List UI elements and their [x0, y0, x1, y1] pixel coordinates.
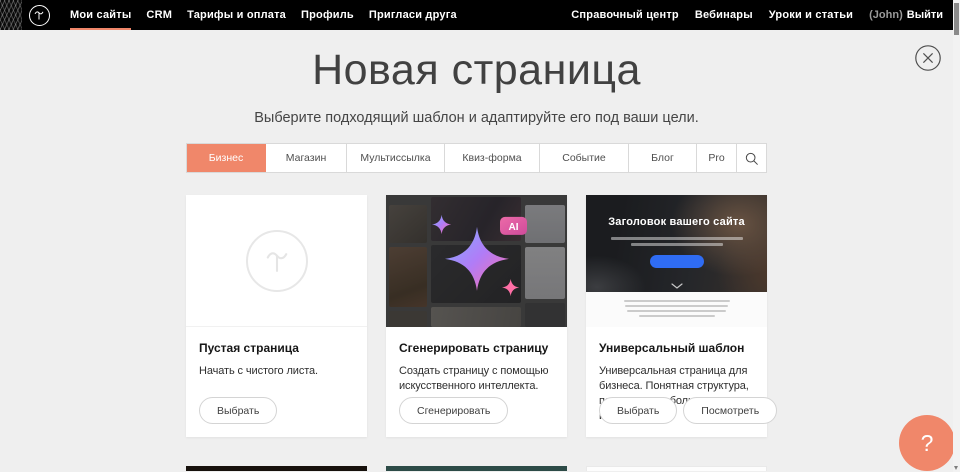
card-blank-page: Пустая страница Начать с чистого листа. …	[186, 195, 367, 437]
page-subtitle: Выберите подходящий шаблон и адаптируйте…	[0, 110, 953, 126]
nav-invite-friend[interactable]: Пригласи друга	[369, 0, 457, 30]
tab-blog[interactable]: Блог	[629, 144, 697, 172]
nav-help-center[interactable]: Справочный центр	[571, 9, 679, 21]
template-hero-heading: Заголовок вашего сайта	[586, 216, 767, 228]
next-cards-row-partial	[186, 466, 767, 471]
text-line	[624, 300, 730, 302]
text-line	[627, 310, 726, 312]
choose-template-button[interactable]: Выбрать	[599, 397, 677, 424]
template-category-tabs: Бизнес Магазин Мультиссылка Квиз-форма С…	[186, 143, 767, 173]
partial-card[interactable]	[386, 466, 567, 471]
partial-card[interactable]	[186, 466, 367, 471]
nav-my-sites[interactable]: Мои сайты	[70, 0, 131, 30]
scrollbar-track[interactable]	[953, 0, 960, 472]
partial-card[interactable]	[586, 466, 767, 471]
card-title: Сгенерировать страницу	[399, 341, 554, 355]
chevron-down-icon	[671, 283, 683, 289]
card-title: Пустая страница	[199, 341, 354, 355]
hero-text-line	[631, 243, 723, 246]
secondary-nav: Справочный центр Вебинары Уроки и статьи…	[571, 0, 943, 30]
ai-badge-label: AI	[508, 222, 518, 233]
help-bubble-button[interactable]: ?	[899, 415, 955, 471]
preview-template-button[interactable]: Посмотреть	[683, 397, 777, 424]
tilda-glyph	[260, 244, 294, 278]
scrollbar-arrow-down[interactable]	[954, 466, 958, 470]
text-line	[639, 315, 715, 317]
search-icon	[744, 151, 759, 166]
ai-sparkle-icon: AI	[418, 207, 536, 311]
template-hero: Заголовок вашего сайта	[586, 195, 767, 292]
tab-multilink[interactable]: Мультиссылка	[347, 144, 445, 172]
template-cards-row: Пустая страница Начать с чистого листа. …	[186, 195, 767, 437]
hero-cta-button	[650, 255, 704, 268]
logout-link[interactable]: Выйти	[907, 9, 943, 21]
generate-button[interactable]: Сгенерировать	[399, 397, 508, 424]
tilda-logo-glyph	[32, 8, 46, 22]
choose-blank-button[interactable]: Выбрать	[199, 397, 277, 424]
tilda-logo-icon[interactable]	[29, 5, 50, 26]
nav-tariffs[interactable]: Тарифы и оплата	[187, 0, 286, 30]
blank-page-preview[interactable]	[186, 195, 367, 327]
card-description: Начать с чистого листа.	[199, 364, 363, 379]
user-logout[interactable]: (John) Выйти	[869, 9, 943, 21]
topbar-texture	[0, 0, 22, 30]
template-text-section	[586, 292, 767, 327]
tab-business[interactable]: Бизнес	[187, 144, 266, 172]
universal-template-preview[interactable]: Заголовок вашего сайта	[586, 195, 767, 327]
nav-crm[interactable]: CRM	[146, 0, 172, 30]
tab-event[interactable]: Событие	[540, 144, 629, 172]
card-title: Универсальный шаблон	[599, 341, 754, 355]
tab-search[interactable]	[737, 144, 766, 172]
nav-profile[interactable]: Профиль	[301, 0, 354, 30]
topbar: Мои сайты CRM Тарифы и оплата Профиль Пр…	[0, 0, 953, 30]
ai-badge: AI	[500, 217, 527, 235]
text-line	[625, 305, 728, 307]
user-name: (John)	[869, 9, 903, 21]
tab-quiz-form[interactable]: Квиз-форма	[445, 144, 540, 172]
nav-webinars[interactable]: Вебинары	[695, 9, 753, 21]
ai-generate-preview[interactable]: AI	[386, 195, 567, 327]
main-nav: Мои сайты CRM Тарифы и оплата Профиль Пр…	[70, 0, 457, 30]
tab-shop[interactable]: Магазин	[266, 144, 347, 172]
tab-pro[interactable]: Pro	[697, 144, 737, 172]
new-page-modal: Новая страница Выберите подходящий шабло…	[0, 30, 953, 472]
close-icon	[915, 45, 941, 71]
nav-lessons[interactable]: Уроки и статьи	[769, 9, 853, 21]
card-ai-generate: AI Сгенерировать страницу Создать страни…	[386, 195, 567, 437]
card-description: Создать страницу с помощью искусственног…	[399, 364, 563, 394]
tilda-watermark-icon	[246, 230, 308, 292]
scrollbar-thumb[interactable]	[954, 3, 959, 35]
hero-text-line	[611, 237, 743, 240]
page-title: Новая страница	[0, 30, 953, 94]
close-button[interactable]	[915, 45, 941, 71]
card-universal-template: Заголовок вашего сайта Универсальный ша	[586, 195, 767, 437]
